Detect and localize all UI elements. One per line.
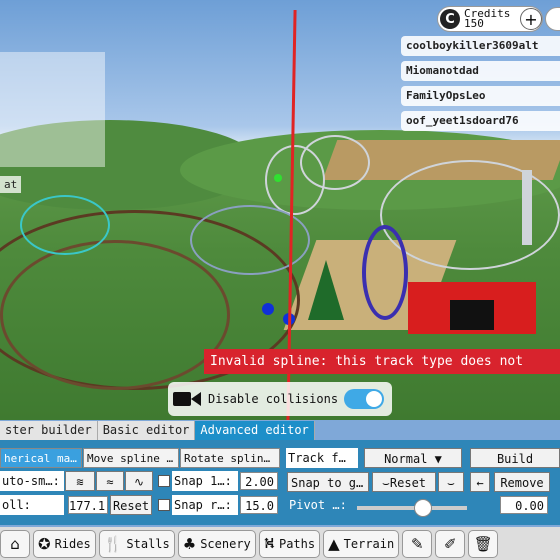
snapr-label: Snap r…: (172, 495, 238, 515)
snap-to-grid-button[interactable]: Snap to g… (287, 472, 369, 492)
tower (522, 170, 532, 245)
player-entry[interactable]: coolboykiller3609alt (401, 36, 560, 56)
build-button[interactable]: Build (470, 448, 560, 468)
delete-button[interactable]: 🗑 (468, 529, 499, 558)
bottom-toolbar: ⌂ ✪ Rides 🍴 Stalls ♣ Scenery ⛕ Paths ▲ Terrai… (0, 527, 560, 560)
christmas-tree (308, 260, 344, 320)
player-list: coolboykiller3609alt Miomanotdad FamilyO… (401, 36, 560, 136)
eyedropper-button[interactable]: ✎ (402, 529, 433, 558)
stalls-label: Stalls (126, 536, 170, 551)
chevron-down-icon: ▼ (434, 452, 442, 466)
tree-icon: ♣ (182, 534, 197, 553)
collisions-label: Disable collisions (208, 392, 339, 406)
roll-label: oll: (0, 495, 64, 515)
mountain-icon: ▲ (328, 534, 340, 553)
curve-icon: ∿ (133, 475, 145, 489)
wooden-coaster-track (0, 240, 230, 390)
ferris-wheel-icon: ✪ (38, 534, 51, 553)
spherical-mode-button[interactable]: herical ma… (0, 448, 82, 468)
credits-text: Credits 150 (464, 8, 520, 30)
rotate-spline-button[interactable]: Rotate splin… (180, 448, 280, 468)
collisions-toggle[interactable] (344, 389, 385, 409)
paths-label: Paths (278, 536, 316, 551)
smooth-mode-1-button[interactable]: ≋ (65, 471, 95, 491)
terrain-button[interactable]: ▲ Terrain (323, 529, 400, 558)
pivot-input[interactable]: 0.00 (500, 496, 548, 514)
player-entry[interactable]: oof_yeet1sdoard76 (401, 111, 560, 131)
error-banner: Invalid spline: this track type does not (204, 349, 560, 374)
paths-icon: ⛕ (263, 533, 275, 552)
curve-button[interactable]: ⌣ (438, 472, 464, 492)
home-icon: ⌂ (10, 534, 20, 553)
editor-tabs: ster builder Basic editor Advanced edito… (0, 421, 560, 440)
tab-coaster-builder[interactable]: ster builder (0, 421, 98, 440)
snap1-label: Snap 1…: (172, 471, 238, 491)
player-entry[interactable]: Miomanotdad (401, 61, 560, 81)
scenery-button[interactable]: ♣ Scenery (177, 529, 256, 558)
auto-smooth-label: uto-sm…: (0, 471, 64, 491)
teal-coaster-track (20, 195, 110, 255)
curve-icon: ⌣ (381, 476, 390, 490)
steel-loop (300, 135, 370, 190)
smooth-mode-2-button[interactable]: ≈ (96, 471, 124, 491)
control-node[interactable] (274, 174, 282, 182)
terrain-label: Terrain (343, 536, 395, 551)
snap1-input[interactable]: 2.00 (240, 472, 278, 490)
buy-credits-button[interactable]: + (520, 8, 542, 30)
steel-coaster-track (380, 160, 560, 270)
control-node[interactable] (262, 303, 274, 315)
track-type-select[interactable]: Normal ▼ (364, 448, 462, 468)
stalls-button[interactable]: 🍴 Stalls (98, 529, 175, 558)
track-type-label: Track f… (286, 448, 358, 468)
snapr-checkbox[interactable] (158, 499, 170, 511)
pivot-slider-track[interactable] (357, 506, 467, 510)
snapr-input[interactable]: 15.0 (240, 496, 278, 514)
pivot-label: Pivot …: (289, 498, 347, 512)
roll-input[interactable]: 177.1 (68, 496, 108, 514)
reset-spline-button[interactable]: ⌣Reset (372, 472, 436, 492)
home-button[interactable]: ⌂ (0, 529, 30, 558)
arrow-left-button[interactable]: ← (470, 472, 490, 492)
minimap-panel (0, 52, 105, 167)
rides-label: Rides (54, 536, 91, 551)
remove-button[interactable]: Remove (494, 472, 550, 492)
credits-value: 150 (464, 17, 484, 30)
arrow-left-icon: ← (476, 476, 484, 490)
reset-label: Reset (389, 476, 427, 490)
ferris-wheel (362, 225, 408, 320)
rides-button[interactable]: ✪ Rides (33, 529, 96, 558)
paths-button[interactable]: ⛕ Paths (258, 529, 321, 558)
trash-icon: 🗑 (473, 534, 493, 553)
player-entry[interactable]: FamilyOpsLeo (401, 86, 560, 106)
camera-icon[interactable] (172, 387, 204, 411)
eyedropper-icon: ✎ (410, 534, 424, 553)
utensils-icon: 🍴 (103, 534, 123, 553)
building-door (450, 300, 494, 330)
collisions-bar: Disable collisions (168, 382, 392, 416)
credits-icon: C (440, 9, 460, 29)
tab-advanced-editor[interactable]: Advanced editor (195, 421, 315, 440)
curve-icon: ⌣ (447, 476, 455, 490)
wave-icon: ≈ (106, 475, 114, 489)
credits-display: C Credits 150 + (437, 6, 543, 32)
snap1-checkbox[interactable] (158, 475, 170, 487)
paintbrush-icon: ✐ (443, 534, 457, 553)
scenery-label: Scenery (200, 536, 251, 551)
track-type-value: Normal (384, 452, 428, 466)
move-spline-button[interactable]: Move spline … (83, 448, 179, 468)
smooth-mode-3-button[interactable]: ∿ (125, 471, 153, 491)
paint-button[interactable]: ✐ (435, 529, 466, 558)
wave-icon: ≋ (76, 475, 84, 489)
tab-basic-editor[interactable]: Basic editor (97, 421, 196, 440)
pivot-slider-handle[interactable] (414, 499, 432, 517)
roll-reset-button[interactable]: Reset (110, 495, 152, 515)
minimap-label: at (0, 176, 22, 193)
